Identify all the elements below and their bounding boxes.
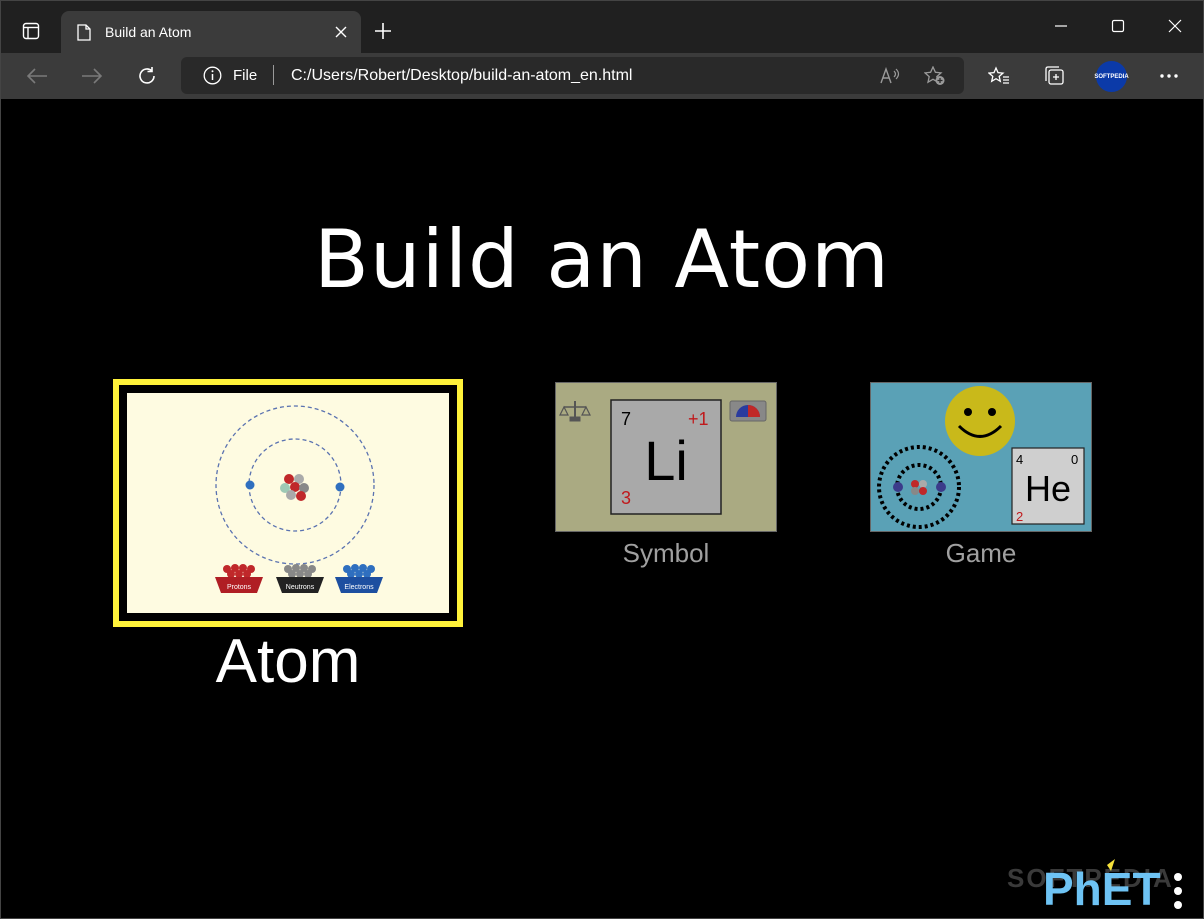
phet-logo-text: PhET [1043, 863, 1161, 911]
maximize-button[interactable] [1090, 7, 1146, 45]
charge-meter-icon [729, 400, 767, 422]
back-button[interactable] [19, 59, 55, 93]
screen-label-game: Game [945, 538, 1017, 568]
read-aloud-icon [880, 67, 900, 84]
address-toolbar: File C:/Users/Robert/Desktop/build-an-at… [1, 53, 1203, 99]
favorites-button[interactable] [981, 59, 1017, 93]
forward-button[interactable] [74, 59, 110, 93]
close-tab-button[interactable] [325, 16, 357, 48]
symbol-charge: +1 [688, 409, 709, 429]
tab-build-an-atom[interactable]: Build an Atom [61, 11, 361, 53]
tab-title: Build an Atom [105, 24, 192, 40]
game-mass-number: 4 [1016, 452, 1023, 467]
game-thumbnail: 4 0 He 2 [870, 382, 1092, 532]
page-icon [77, 23, 91, 41]
screen-label-symbol: Symbol [622, 538, 710, 568]
screen-label-atom: Atom [215, 627, 361, 696]
close-icon [335, 26, 347, 38]
read-aloud-button[interactable] [875, 62, 907, 90]
plus-icon [375, 23, 391, 39]
add-favorite-button[interactable] [919, 62, 951, 90]
scheme-label: File [233, 67, 258, 84]
address-separator [273, 65, 274, 85]
protons-bucket-label: Protons [227, 584, 252, 591]
new-tab-button[interactable] [367, 15, 399, 47]
browser-window: Build an Atom File C:/Users/Robert/Deskt… [0, 0, 1204, 919]
maximize-icon [1111, 19, 1125, 33]
symbol-mass-number: 7 [621, 409, 631, 429]
screen-button-atom[interactable]: Protons Neutrons Electrons Atom [113, 379, 463, 699]
game-atom-icon [877, 445, 961, 529]
collections-icon [1045, 66, 1064, 85]
game-atomic-number: 2 [1016, 509, 1023, 524]
electrons-bucket-label: Electrons [344, 584, 374, 591]
symbol-element: Li [644, 429, 688, 492]
symbol-thumbnail: 7 +1 Li 3 [555, 382, 777, 532]
address-bar[interactable]: File C:/Users/Robert/Desktop/build-an-at… [181, 57, 964, 94]
phet-logo[interactable]: PhET [1041, 857, 1161, 915]
sim-viewport: Build an Atom Protons Neutrons Electrons… [1, 99, 1203, 918]
scale-icon [559, 401, 591, 422]
screen-button-symbol[interactable]: 7 +1 Li 3 Symbol [555, 382, 777, 582]
more-horizontal-icon [1160, 74, 1178, 78]
tab-actions-button[interactable] [9, 11, 53, 51]
arrow-left-icon [26, 68, 47, 84]
settings-more-button[interactable] [1151, 59, 1187, 93]
refresh-button[interactable] [129, 59, 165, 93]
minimize-button[interactable] [1033, 7, 1089, 45]
minimize-icon [1055, 25, 1067, 27]
star-add-icon [924, 66, 945, 85]
phet-menu-button[interactable] [1171, 871, 1185, 911]
game-element: He [1025, 468, 1071, 509]
info-icon [203, 66, 222, 85]
tab-bar: Build an Atom [1, 1, 1203, 53]
favorites-icon [988, 66, 1009, 84]
arrow-right-icon [82, 68, 103, 84]
game-charge: 0 [1071, 452, 1078, 467]
atom-thumbnail: Protons Neutrons Electrons [127, 393, 449, 613]
neutrons-bucket-label: Neutrons [286, 584, 315, 591]
symbol-atomic-number: 3 [621, 488, 631, 508]
sim-title: Build an Atom [314, 213, 890, 306]
atom-thumbnail-frame: Protons Neutrons Electrons [113, 379, 463, 627]
url-text[interactable]: C:/Users/Robert/Desktop/build-an-atom_en… [291, 67, 632, 85]
close-window-button[interactable] [1147, 7, 1203, 45]
screen-button-game[interactable]: 4 0 He 2 Game [870, 382, 1092, 582]
smiley-face-icon [945, 386, 1015, 456]
close-icon [1168, 19, 1182, 33]
collections-button[interactable] [1037, 59, 1073, 93]
profile-avatar[interactable]: SOFTPEDIA [1094, 61, 1129, 92]
refresh-icon [139, 67, 155, 84]
phet-logo-icon: PhET [1043, 859, 1161, 915]
tab-actions-icon [22, 22, 40, 40]
atom-diagram-icon: Protons Neutrons Electrons [215, 405, 383, 593]
